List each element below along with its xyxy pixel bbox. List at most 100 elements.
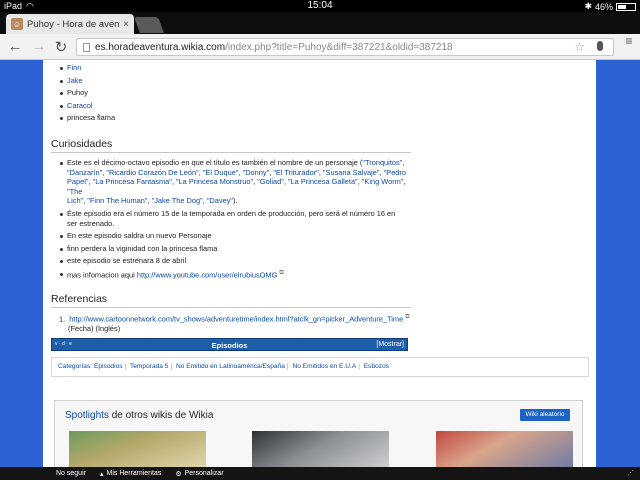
episode-link[interactable]: "King Worm" bbox=[362, 177, 404, 186]
trivia-list: Este es el décimo-octavo episodio en que… bbox=[51, 158, 406, 280]
character-text: Puhoy bbox=[67, 88, 88, 98]
character-text: princesa flama bbox=[67, 113, 116, 123]
list-item: mas infomacion aqui http://www.youtube.c… bbox=[51, 269, 406, 280]
menu-icon[interactable]: ≡ bbox=[622, 35, 636, 47]
navbox-title[interactable]: Episodios bbox=[52, 341, 407, 350]
episode-link[interactable]: Lich" bbox=[67, 196, 83, 205]
trivia-text: finn perdera la viginidad con la princes… bbox=[67, 243, 218, 253]
new-tab-button[interactable] bbox=[134, 17, 164, 33]
clock: 15:04 bbox=[307, 0, 333, 11]
episode-link[interactable]: "La Princesa Fantasma" bbox=[93, 177, 172, 186]
spotlights-link[interactable]: Spotlights bbox=[65, 410, 109, 421]
episode-link[interactable]: Papel" bbox=[67, 177, 89, 186]
episode-link[interactable]: "Goliad" bbox=[257, 177, 284, 186]
character-link[interactable]: Jake bbox=[67, 76, 83, 85]
trivia-text: En este episodio saldra un nuevo Persona… bbox=[67, 231, 212, 241]
list-item[interactable]: Jake bbox=[51, 76, 591, 86]
close-tab-icon[interactable]: × bbox=[123, 19, 129, 30]
episode-link[interactable]: "Susana Salvaje" bbox=[323, 168, 380, 177]
episode-link[interactable]: "Tronquitos" bbox=[362, 158, 402, 167]
spotlights-module: Spotlights de otros wikis de Wikia Wiki … bbox=[54, 400, 583, 467]
reference-link[interactable]: http://www.cartoonnetwork.com/tv_shows/a… bbox=[69, 314, 403, 323]
reference-item: 1. http://www.cartoonnetwork.com/tv_show… bbox=[59, 313, 419, 334]
episode-link[interactable]: "La Princesa Monstruo" bbox=[176, 177, 253, 186]
category-link[interactable]: Episodios bbox=[94, 363, 123, 370]
url-host: es.horadeaventura.wikia.com bbox=[95, 41, 226, 53]
external-link[interactable]: http://www.youtube.com/user/elrubiusOMG bbox=[137, 270, 277, 279]
tools-arrow-icon: ▴ bbox=[99, 470, 104, 478]
category-link[interactable]: No Emitidos en E.U.A bbox=[292, 363, 356, 370]
episode-link[interactable]: "Pedro bbox=[384, 168, 406, 177]
trivia-text: Este es el décimo-octavo episodio en que… bbox=[67, 157, 363, 167]
battery-percent: 46% bbox=[594, 1, 613, 12]
web-page: Finn Jake Puhoy Caracol princesa flama C… bbox=[43, 60, 596, 467]
categories-box: Categorías: Episodios | Temporada 5 | No E… bbox=[51, 356, 589, 377]
resize-grip-icon[interactable]: ⋰ bbox=[627, 469, 634, 477]
episode-link[interactable]: "El Triturador" bbox=[273, 168, 319, 177]
reload-icon[interactable]: ↻ bbox=[52, 38, 70, 56]
spotlight-image[interactable] bbox=[252, 431, 389, 467]
customize-button[interactable]: Personalizar bbox=[185, 470, 224, 477]
episode-link[interactable]: "Davey" bbox=[207, 196, 233, 205]
list-item: En este episodio saldra un nuevo Persona… bbox=[51, 231, 406, 241]
battery-fill bbox=[618, 4, 627, 9]
battery-icon bbox=[616, 2, 636, 11]
list-item: Este es el décimo-octavo episodio en que… bbox=[51, 158, 406, 206]
episodes-navbox: v · d · e Episodios [Mostrar] bbox=[51, 337, 408, 351]
page-icon bbox=[83, 42, 90, 52]
microphone-icon[interactable] bbox=[597, 41, 603, 51]
gear-icon: ⚙ bbox=[175, 470, 182, 478]
unfollow-button[interactable]: No seguir bbox=[56, 470, 86, 477]
spotlights-title-rest: de otros wikis de Wikia bbox=[108, 410, 214, 421]
episode-link[interactable]: "Finn The Human" bbox=[87, 196, 147, 205]
category-link[interactable]: No Emitido en Latinoamérica/España bbox=[176, 363, 285, 370]
status-bar: iPad ◠ 15:04 ✱ 46% bbox=[0, 0, 640, 12]
episode-link[interactable]: "La Princesa Galleta" bbox=[288, 177, 358, 186]
battery-area: ✱ 46% bbox=[584, 1, 636, 12]
url-path: /index.php?title=Puhoy&diff=387221&oldid… bbox=[225, 41, 453, 53]
character-link[interactable]: Finn bbox=[67, 63, 81, 72]
categories-label: Categorías: bbox=[58, 362, 93, 370]
bookmark-star-icon[interactable]: ☆ bbox=[574, 40, 585, 54]
reference-number: 1. bbox=[59, 314, 66, 324]
episode-link[interactable]: "El Duque" bbox=[203, 168, 239, 177]
tab-title: Puhoy - Hora de aventura bbox=[27, 18, 120, 30]
episode-link[interactable]: "Danzarín" bbox=[67, 168, 102, 177]
trivia-text: mas infomacion aqui bbox=[67, 270, 137, 280]
list-item[interactable]: Finn bbox=[51, 63, 591, 73]
character-link[interactable]: Caracol bbox=[67, 101, 92, 110]
external-link-icon: ⧉ bbox=[279, 269, 284, 276]
reference-note: (Fecha) (Inglés) bbox=[68, 324, 121, 334]
tab-strip: ☺ Puhoy - Hora de aventura × bbox=[0, 12, 640, 34]
list-item: Puhoy bbox=[51, 88, 591, 98]
episode-link[interactable]: "Jake The Dog" bbox=[152, 196, 203, 205]
category-link[interactable]: Esbozos bbox=[364, 363, 389, 370]
spotlight-image[interactable] bbox=[436, 431, 573, 467]
my-tools-button[interactable]: Mis Herramientas bbox=[106, 470, 161, 477]
back-icon[interactable]: ← bbox=[6, 38, 24, 55]
episode-link[interactable]: "Donny" bbox=[243, 168, 270, 177]
episode-link[interactable]: "The bbox=[67, 187, 82, 196]
navbox-show-button[interactable]: [Mostrar] bbox=[376, 341, 404, 348]
trivia-text: Éste episodio era el número 15 de la tem… bbox=[67, 208, 396, 228]
browser-tab[interactable]: ☺ Puhoy - Hora de aventura × bbox=[6, 14, 134, 34]
forward-icon[interactable]: → bbox=[30, 38, 48, 55]
browser-toolbar: ← → ↻ es.horadeaventura.wikia.com/index.… bbox=[0, 34, 640, 60]
episode-link[interactable]: "Ricardio Corazón De León" bbox=[106, 168, 198, 177]
article-content: Finn Jake Puhoy Caracol princesa flama C… bbox=[51, 60, 591, 377]
list-item: finn perdera la viginidad con la princes… bbox=[51, 244, 406, 254]
wikia-toolbar: No seguir ▴ Mis Herramientas ⚙ Personaliza… bbox=[0, 467, 640, 480]
category-link[interactable]: Temporada 5 bbox=[130, 363, 169, 370]
external-link-icon: ⧉ bbox=[405, 313, 410, 320]
list-item[interactable]: Caracol bbox=[51, 101, 591, 111]
address-bar[interactable]: es.horadeaventura.wikia.com/index.php?ti… bbox=[76, 38, 614, 56]
spotlights-title: Spotlights de otros wikis de Wikia bbox=[65, 410, 213, 421]
section-heading: Curiosidades bbox=[51, 138, 411, 153]
list-item: princesa flama bbox=[51, 113, 591, 123]
spotlight-image[interactable] bbox=[69, 431, 206, 467]
list-item: este episodio se estrenara 8 de abril bbox=[51, 256, 406, 266]
trivia-text: ). bbox=[233, 196, 238, 206]
random-wiki-button[interactable]: Wiki aleatorio bbox=[520, 409, 570, 421]
section-heading: Referencias bbox=[51, 293, 411, 308]
favicon-icon: ☺ bbox=[11, 18, 23, 30]
